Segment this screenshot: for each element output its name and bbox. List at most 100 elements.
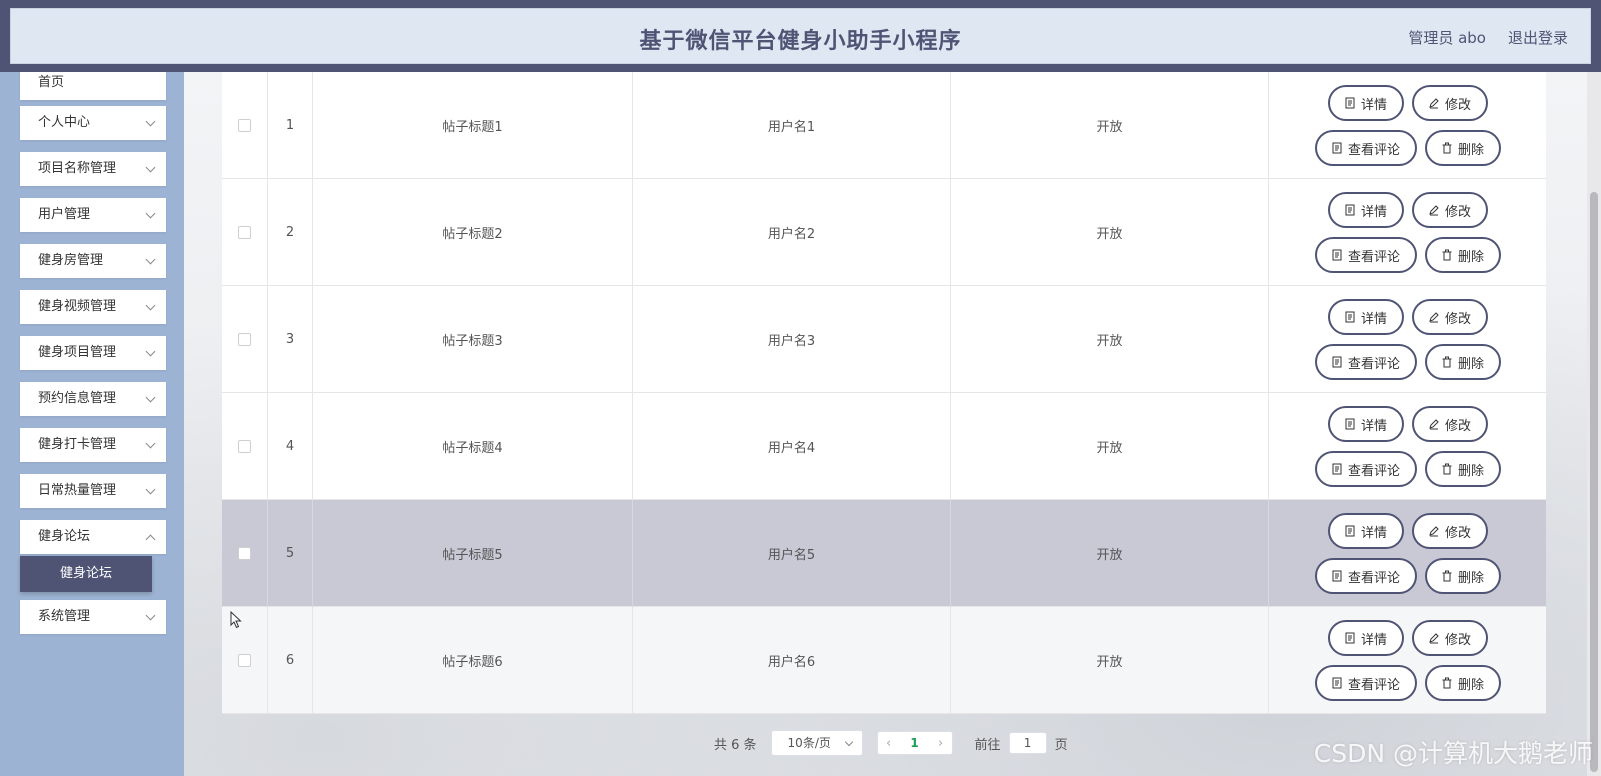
sidebar-item-bookings[interactable]: 预约信息管理 [20,382,166,416]
row-checkbox[interactable] [238,333,251,346]
post-user: 用户名3 [633,286,951,393]
sidebar-item-label: 健身房管理 [38,253,104,268]
sidebar-item-project-names[interactable]: 项目名称管理 [20,152,166,186]
mouse-cursor-icon [230,611,242,629]
delete-label: 删除 [1457,569,1484,585]
detail-button[interactable]: 详情 [1327,299,1404,335]
scrollbar-thumb[interactable] [1590,192,1598,772]
document-icon [1345,204,1355,216]
edit-label: 修改 [1444,631,1471,647]
sidebar-subitem-forum[interactable]: 健身论坛 [20,556,152,592]
detail-label: 详情 [1360,96,1387,112]
document-icon [1332,570,1342,582]
trash-icon [1442,356,1452,368]
sidebar-item-label: 系统管理 [38,609,91,624]
view-comments-button[interactable]: 查看评论 [1314,344,1417,380]
sidebar-item-fitness-projects[interactable]: 健身项目管理 [20,336,166,370]
edit-button[interactable]: 修改 [1411,620,1488,656]
sidebar-item-label: 用户管理 [38,207,91,222]
chevron-down-icon [145,438,156,449]
table-row: 1 帖子标题1 用户名1 开放 详情 修改 查看评论 删除 [222,72,1546,179]
page-suffix-label: 页 [1054,737,1068,753]
row-actions: 详情 修改 查看评论 删除 [1269,179,1546,286]
view-comments-button[interactable]: 查看评论 [1314,237,1417,273]
pagination: 共 6 条 10条/页 ‹ 1 › 前往 1 页 [714,730,1068,756]
view-comments-button[interactable]: 查看评论 [1314,665,1417,701]
sidebar-item-checkins[interactable]: 健身打卡管理 [20,428,166,462]
edit-button[interactable]: 修改 [1411,299,1488,335]
delete-button[interactable]: 删除 [1424,130,1501,166]
chevron-down-icon [145,346,156,357]
next-page-icon[interactable]: › [930,736,952,751]
row-select-cell [222,393,268,500]
post-status: 开放 [951,607,1269,714]
sidebar-item-system[interactable]: 系统管理 [20,600,166,634]
delete-button[interactable]: 删除 [1424,665,1501,701]
sidebar-item-videos[interactable]: 健身视频管理 [20,290,166,324]
document-icon [1345,525,1355,537]
edit-button[interactable]: 修改 [1411,513,1488,549]
post-status: 开放 [951,286,1269,393]
detail-label: 详情 [1360,310,1387,326]
trash-icon [1442,249,1452,261]
delete-button[interactable]: 删除 [1424,237,1501,273]
row-checkbox[interactable] [238,440,251,453]
admin-user-label[interactable]: 管理员 abo [1408,27,1486,48]
pencil-icon [1429,633,1439,644]
sidebar-item-forum[interactable]: 健身论坛 [20,520,166,554]
sidebar-item-label: 项目名称管理 [38,161,117,176]
post-title: 帖子标题5 [313,500,633,607]
edit-label: 修改 [1444,96,1471,112]
page-size-select[interactable]: 10条/页 [770,730,863,756]
watermark-text: CSDN @计算机大鹅老师 [1313,739,1593,768]
document-icon [1345,418,1355,430]
delete-label: 删除 [1457,355,1484,371]
chevron-down-icon [145,484,156,495]
edit-button[interactable]: 修改 [1411,192,1488,228]
sidebar-item-label: 日常热量管理 [38,483,117,498]
row-actions: 详情 修改 查看评论 删除 [1269,72,1546,179]
chevron-down-icon [145,610,156,621]
table-row: 3 帖子标题3 用户名3 开放 详情 修改 查看评论 删除 [222,286,1546,393]
page-number-current[interactable]: 1 [900,736,930,750]
view-comments-button[interactable]: 查看评论 [1314,451,1417,487]
delete-label: 删除 [1457,676,1484,692]
edit-button[interactable]: 修改 [1411,85,1488,121]
pager: ‹ 1 › [876,731,953,755]
view-comments-button[interactable]: 查看评论 [1314,130,1417,166]
detail-label: 详情 [1360,417,1387,433]
row-select-cell [222,179,268,286]
document-icon [1345,632,1355,644]
detail-button[interactable]: 详情 [1327,406,1404,442]
trash-icon [1442,142,1452,154]
detail-button[interactable]: 详情 [1327,85,1404,121]
logout-link[interactable]: 退出登录 [1508,27,1568,48]
row-actions: 详情 修改 查看评论 删除 [1269,393,1546,500]
detail-button[interactable]: 详情 [1327,620,1404,656]
comments-label: 查看评论 [1347,141,1400,157]
pencil-icon [1429,312,1439,323]
delete-button[interactable]: 删除 [1424,344,1501,380]
row-actions: 详情 修改 查看评论 删除 [1269,607,1546,714]
goto-page-input[interactable]: 1 [1008,732,1047,754]
sidebar-item-personal-center[interactable]: 个人中心 [20,106,166,140]
sidebar-item-gyms[interactable]: 健身房管理 [20,244,166,278]
delete-button[interactable]: 删除 [1424,558,1501,594]
post-user: 用户名2 [633,179,951,286]
detail-button[interactable]: 详情 [1327,513,1404,549]
sidebar-item-users[interactable]: 用户管理 [20,198,166,232]
delete-button[interactable]: 删除 [1424,451,1501,487]
document-icon [1332,142,1342,154]
header-actions: 管理员 abo 退出登录 [1408,27,1568,48]
row-checkbox[interactable] [238,119,251,132]
row-checkbox[interactable] [238,547,251,560]
view-comments-button[interactable]: 查看评论 [1314,558,1417,594]
edit-button[interactable]: 修改 [1411,406,1488,442]
chevron-down-icon [145,208,156,219]
prev-page-icon[interactable]: ‹ [878,736,900,751]
vertical-scrollbar[interactable] [1587,72,1601,776]
row-checkbox[interactable] [238,654,251,667]
sidebar-item-calories[interactable]: 日常热量管理 [20,474,166,508]
row-checkbox[interactable] [238,226,251,239]
detail-button[interactable]: 详情 [1327,192,1404,228]
